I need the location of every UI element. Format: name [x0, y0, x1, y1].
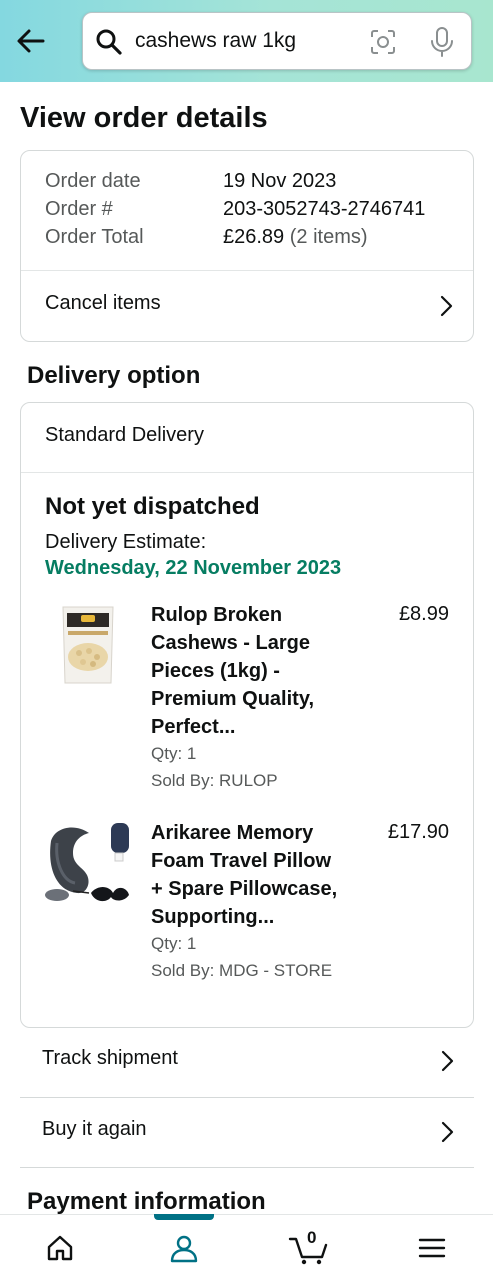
cashew-bag-image[interactable] — [43, 605, 133, 685]
item-title-line: Foam Travel Pillow — [151, 850, 332, 872]
item-quantity: Qty: 1 — [151, 934, 197, 953]
order-summary-card: Order date 19 Nov 2023 Order # 203-30527… — [20, 150, 474, 342]
item-title-line: + Spare Pillowcase, — [151, 878, 338, 900]
delivery-option-label: Standard Delivery — [45, 424, 204, 446]
search-input[interactable]: cashews raw 1kg — [135, 29, 296, 53]
cancel-items-button[interactable]: Cancel items — [21, 271, 473, 341]
divider — [20, 1167, 474, 1168]
payment-information-heading: Payment information — [27, 1188, 266, 1215]
delivery-estimate-label: Delivery Estimate: — [45, 531, 207, 553]
back-arrow-icon[interactable] — [14, 24, 48, 58]
item-title-line: Perfect... — [151, 716, 236, 738]
order-date-value: 19 Nov 2023 — [223, 170, 337, 192]
top-bar: cashews raw 1kg — [0, 0, 493, 82]
nav-cart[interactable]: 0 — [278, 1215, 338, 1280]
delivery-card: Standard Delivery Not yet dispatched Del… — [20, 402, 474, 1028]
order-item[interactable]: Rulop Broken Cashews - Large Pieces (1kg… — [21, 601, 473, 801]
travel-pillow-image[interactable] — [43, 819, 133, 909]
order-number-value: 203-3052743-2746741 — [223, 198, 426, 220]
item-title-line: Pieces (1kg) - — [151, 660, 280, 682]
order-total-amount: £26.89 — [223, 226, 285, 248]
nav-account[interactable] — [154, 1215, 214, 1280]
order-number-label: Order # — [45, 198, 113, 220]
buy-it-again-button[interactable]: Buy it again — [20, 1097, 474, 1167]
delivery-option-heading: Delivery option — [27, 362, 201, 389]
track-shipment-label: Track shipment — [42, 1047, 178, 1069]
chevron-right-icon — [441, 1050, 454, 1072]
order-total-label: Order Total — [45, 226, 144, 248]
item-price: £8.99 — [398, 603, 449, 625]
search-bar[interactable]: cashews raw 1kg — [82, 12, 472, 70]
cart-count-badge: 0 — [307, 1228, 317, 1247]
delivery-estimate-date: Wednesday, 22 November 2023 — [45, 557, 342, 579]
order-total-value: £26.89 (2 items) — [223, 226, 368, 249]
account-icon — [170, 1235, 198, 1263]
item-title-line: Arikaree Memory — [151, 822, 314, 844]
menu-icon — [418, 1238, 446, 1258]
item-price: £17.90 — [387, 821, 449, 843]
bottom-navigation: 0 — [0, 1214, 493, 1280]
order-item[interactable]: Arikaree Memory Foam Travel Pillow + Spa… — [21, 819, 473, 989]
item-title-line: Supporting... — [151, 906, 275, 928]
cancel-items-label: Cancel items — [45, 292, 161, 314]
item-quantity: Qty: 1 — [151, 744, 197, 763]
nav-menu[interactable] — [402, 1215, 462, 1280]
chevron-right-icon — [441, 1121, 454, 1143]
order-date-label: Order date — [45, 170, 141, 192]
track-shipment-button[interactable]: Track shipment — [20, 1026, 474, 1096]
divider — [21, 472, 473, 473]
home-icon — [47, 1235, 73, 1261]
nav-home[interactable] — [30, 1215, 90, 1280]
dispatch-status: Not yet dispatched — [45, 493, 260, 520]
buy-it-again-label: Buy it again — [42, 1118, 147, 1140]
chevron-right-icon — [440, 295, 453, 317]
page-title: View order details — [20, 102, 268, 134]
item-title-line: Cashews - Large — [151, 632, 310, 654]
camera-lens-icon[interactable] — [368, 27, 398, 57]
item-title-line: Rulop Broken — [151, 604, 283, 626]
item-title[interactable]: Arikaree Memory Foam Travel Pillow + Spa… — [151, 819, 361, 931]
item-seller: Sold By: MDG - STORE — [151, 961, 333, 980]
order-item-count: (2 items) — [289, 226, 368, 248]
microphone-icon[interactable] — [428, 26, 456, 58]
item-seller: Sold By: RULOP — [151, 771, 278, 790]
search-icon — [95, 28, 123, 56]
item-title[interactable]: Rulop Broken Cashews - Large Pieces (1kg… — [151, 601, 351, 741]
item-title-line: Premium Quality, — [151, 688, 315, 710]
